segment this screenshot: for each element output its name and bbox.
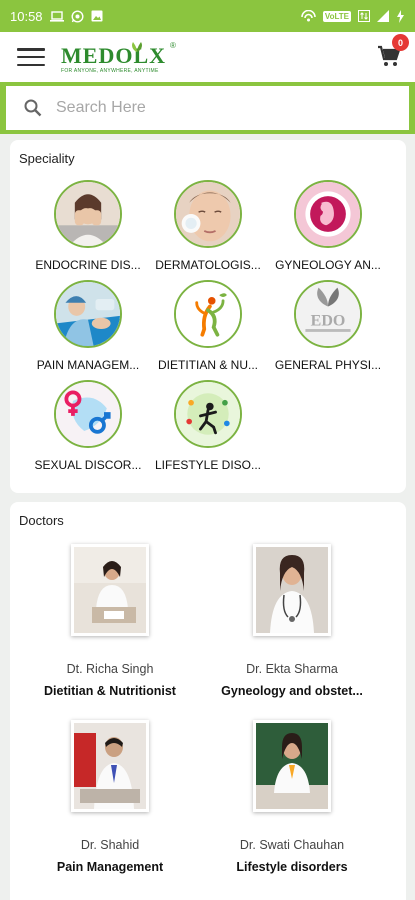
signal-icon xyxy=(377,10,389,22)
hamburger-line xyxy=(17,63,45,66)
speciality-lifestyle[interactable]: LIFESTYLE DISO... xyxy=(148,380,268,472)
logo-text: MEDOLX xyxy=(61,42,166,68)
logo-tagline: FOR ANYONE, ANYWHERE, ANYTIME xyxy=(61,67,159,74)
doctors-section: Doctors Dt. Richa Singh Dietitian & Nutr… xyxy=(10,502,406,900)
speciality-dermatology[interactable]: DERMATOLOGIS... xyxy=(148,180,268,272)
search-bar xyxy=(0,82,415,134)
speciality-label: DERMATOLOGIS... xyxy=(155,258,261,272)
doctor-speciality: Gyneology and obstet... xyxy=(221,684,363,698)
cart-button[interactable]: 0 xyxy=(377,34,409,68)
doctor-card[interactable]: Dr. Swati Chauhan Lifestyle disorders xyxy=(202,720,382,874)
status-time: 10:58 xyxy=(10,8,43,24)
speciality-label: LIFESTYLE DISO... xyxy=(154,458,262,472)
doctors-title: Doctors xyxy=(19,513,64,528)
volte-badge: VoLTE xyxy=(322,10,351,22)
speciality-gynecology[interactable]: GYNEOLOGY AN... xyxy=(268,180,388,272)
medolx-logo: MEDOLX ® FOR ANYONE, ANYWHERE, ANYTIME xyxy=(61,41,176,74)
lifestyle-icon xyxy=(174,380,242,448)
image-icon xyxy=(91,10,103,22)
status-bar: 10:58 VoLTE xyxy=(0,0,415,32)
hamburger-line xyxy=(17,48,45,51)
doctor-name: Dr. Swati Chauhan xyxy=(239,838,345,852)
speciality-title: Speciality xyxy=(19,151,75,166)
data-arrows-icon xyxy=(358,10,370,22)
search-icon xyxy=(24,99,42,117)
speciality-section: Speciality ENDOCRINE DIS... DERMATOLOGIS… xyxy=(10,140,406,493)
sexual-disorder-icon xyxy=(54,380,122,448)
svg-text:EDO: EDO xyxy=(311,312,346,329)
laptop-icon xyxy=(49,10,64,22)
search-input[interactable] xyxy=(56,99,356,117)
doctor-speciality: Lifestyle disorders xyxy=(236,860,348,874)
doctor-speciality: Dietitian & Nutritionist xyxy=(44,684,176,698)
pain-management-icon xyxy=(54,280,122,348)
gynecology-icon xyxy=(294,180,362,248)
speciality-dietitian[interactable]: DIETITIAN & NU... xyxy=(148,280,268,372)
speciality-general-physician[interactable]: EDO GENERAL PHYSI... xyxy=(268,280,388,372)
speciality-sexual-disorder[interactable]: SEXUAL DISCOR... xyxy=(28,380,148,472)
speciality-label: GYNEOLOGY AN... xyxy=(275,258,381,272)
speciality-label: GENERAL PHYSI... xyxy=(274,358,382,372)
speciality-pain-management[interactable]: PAIN MANAGEM... xyxy=(28,280,148,372)
speciality-endocrine[interactable]: ENDOCRINE DIS... xyxy=(28,180,148,272)
doctor-photo xyxy=(253,720,331,812)
leaf-icon xyxy=(132,41,142,52)
general-physician-icon: EDO xyxy=(294,280,362,348)
endocrine-icon xyxy=(54,180,122,248)
doctor-name: Dr. Shahid xyxy=(80,838,140,852)
menu-button[interactable] xyxy=(17,46,45,68)
doctor-name: Dr. Ekta Sharma xyxy=(246,662,338,676)
hotspot-icon xyxy=(301,10,316,22)
doctor-speciality: Pain Management xyxy=(56,860,164,874)
doctor-photo xyxy=(71,544,149,636)
dermatology-icon xyxy=(174,180,242,248)
doctor-card[interactable]: Dr. Ekta Sharma Gyneology and obstet... xyxy=(202,544,382,698)
doctor-photo xyxy=(253,544,331,636)
speciality-label: DIETITIAN & NU... xyxy=(157,358,258,372)
cart-count-badge: 0 xyxy=(392,34,409,51)
doctor-card[interactable]: Dr. Shahid Pain Management xyxy=(20,720,200,874)
doctor-card[interactable]: Dt. Richa Singh Dietitian & Nutritionist xyxy=(20,544,200,698)
doctor-name: Dt. Richa Singh xyxy=(66,662,154,676)
logo-registered: ® xyxy=(170,40,176,50)
app-bar: MEDOLX ® FOR ANYONE, ANYWHERE, ANYTIME 0 xyxy=(0,32,415,82)
speciality-label: PAIN MANAGEM... xyxy=(36,358,140,372)
speciality-label: SEXUAL DISCOR... xyxy=(34,458,142,472)
whatsapp-icon xyxy=(71,9,84,23)
search-box[interactable] xyxy=(6,86,409,130)
battery-charging-icon xyxy=(397,9,404,23)
doctor-photo xyxy=(71,720,149,812)
dietitian-icon xyxy=(174,280,242,348)
speciality-label: ENDOCRINE DIS... xyxy=(35,258,141,272)
hamburger-line xyxy=(17,55,45,59)
